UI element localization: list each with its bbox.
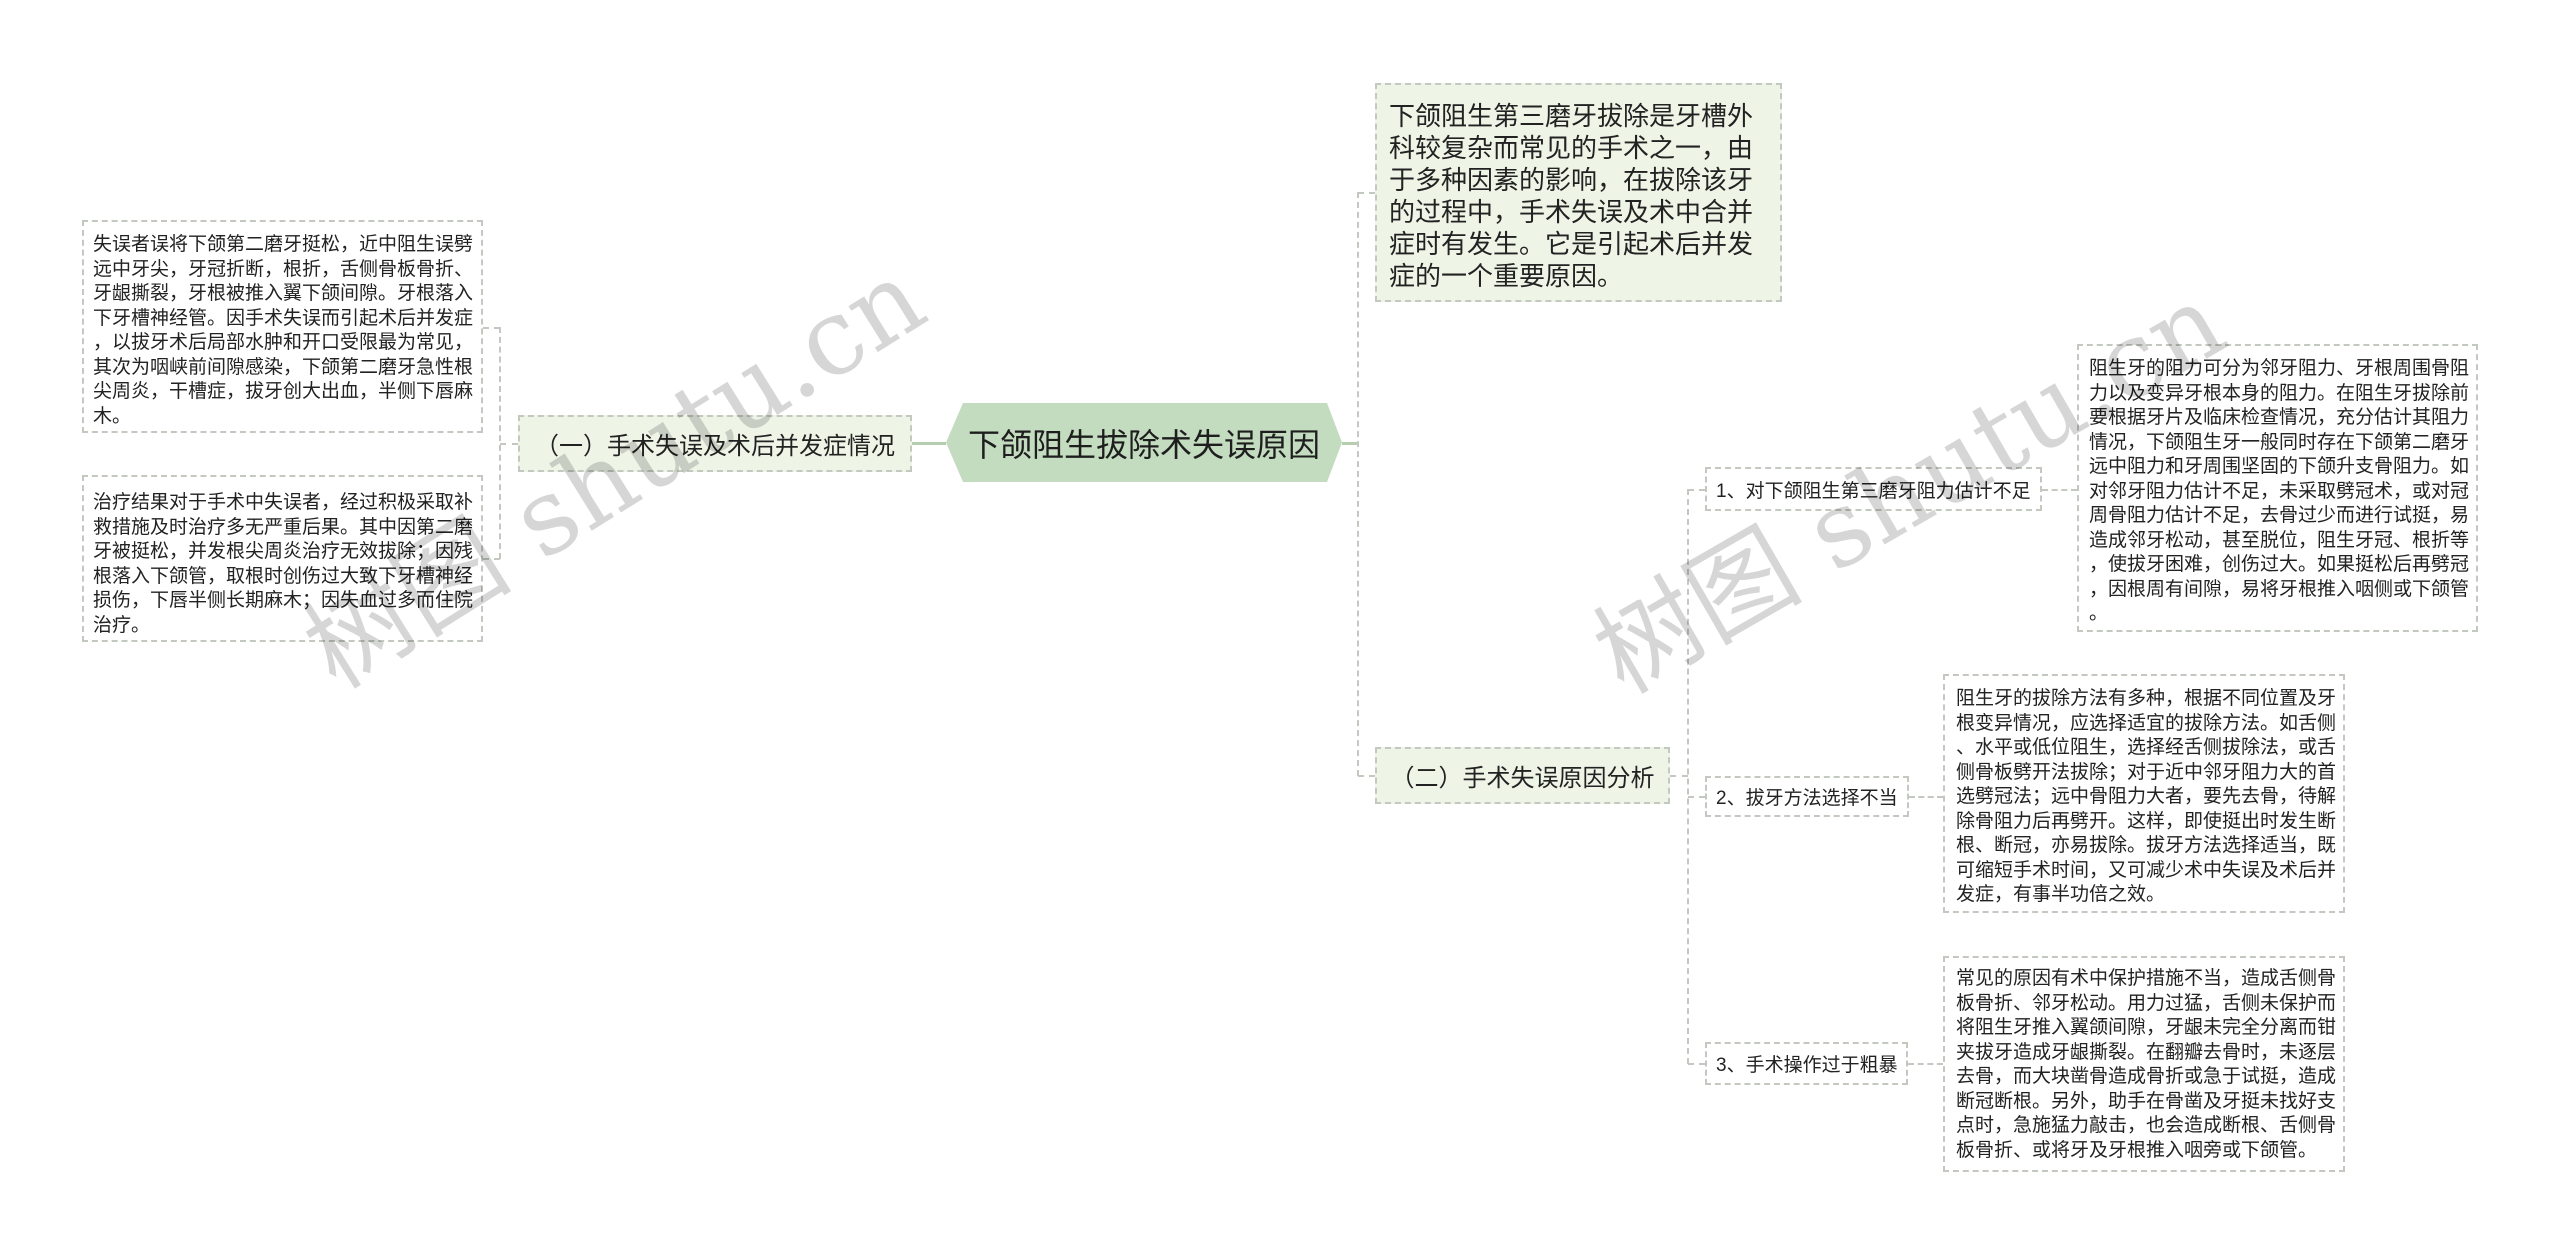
note-box[interactable]: 治疗结果对于手术中失误者，经过积极采取补救措施及时治疗多无严重后果。其中因第二磨… <box>82 475 483 642</box>
root-topic-label: 下颌阻生拔除术失误原因 <box>967 426 1320 463</box>
connector-line <box>1687 489 1689 1064</box>
branch-topic-label: （二）手术失误原因分析 <box>1390 765 1655 792</box>
connector-line <box>912 442 946 445</box>
note-box[interactable]: 常见的原因有术中保护措施不当，造成舌侧骨板骨折、邻牙松动。用力过猛，舌侧未保护而… <box>1943 956 2345 1172</box>
branch-topic-label: （一）手术失误及术后并发症情况 <box>535 433 895 460</box>
connector-line <box>500 443 518 445</box>
note-text: 失误者误将下颌第二磨牙挺松，近中阻生误劈远中牙尖，牙冠折断，根折，舌侧骨板骨折、… <box>93 234 474 427</box>
root-topic[interactable]: 下颌阻生拔除术失误原因 <box>946 403 1342 482</box>
intro-text: 下颌阻生第三磨牙拔除是牙槽外科较复杂而常见的手术之一，由于多种因素的影响，在拔除… <box>1389 101 1754 291</box>
connector-line <box>2042 489 2077 491</box>
connector-line <box>483 558 500 560</box>
intro-topic[interactable]: 下颌阻生第三磨牙拔除是牙槽外科较复杂而常见的手术之一，由于多种因素的影响，在拔除… <box>1375 83 1782 302</box>
subtopic-extraction-method[interactable]: 2、拔牙方法选择不当 <box>1705 776 1909 817</box>
connector-line <box>1358 775 1375 777</box>
connector-line <box>1342 442 1358 445</box>
branch-topic-cause-analysis[interactable]: （二）手术失误原因分析 <box>1375 747 1670 804</box>
connector-line <box>1670 775 1688 777</box>
branch-topic-complications[interactable]: （一）手术失误及术后并发症情况 <box>518 415 912 472</box>
subtopic-label: 2、拔牙方法选择不当 <box>1716 788 1898 809</box>
note-text: 治疗结果对于手术中失误者，经过积极采取补救措施及时治疗多无严重后果。其中因第二磨… <box>93 492 474 636</box>
note-text: 常见的原因有术中保护措施不当，造成舌侧骨板骨折、邻牙松动。用力过猛，舌侧未保护而… <box>1956 968 2337 1161</box>
subtopic-resistance-estimate[interactable]: 1、对下颌阻生第三磨牙阻力估计不足 <box>1705 467 2042 511</box>
connector-line <box>1688 796 1705 798</box>
connector-line <box>1909 796 1943 798</box>
subtopic-rough-operation[interactable]: 3、手术操作过于粗暴 <box>1705 1042 1908 1085</box>
subtopic-label: 1、对下颌阻生第三磨牙阻力估计不足 <box>1716 480 2031 502</box>
note-box[interactable]: 失误者误将下颌第二磨牙挺松，近中阻生误劈远中牙尖，牙冠折断，根折，舌侧骨板骨折、… <box>82 220 483 433</box>
connector-line <box>1908 1063 1943 1065</box>
connector-line <box>483 327 500 329</box>
subtopic-label: 3、手术操作过于粗暴 <box>1716 1055 1898 1076</box>
note-text: 阻生牙的拔除方法有多种，根据不同位置及牙根变异情况，应选择适宜的拔除方法。如舌侧… <box>1956 688 2337 905</box>
note-text: 阻生牙的阻力可分为邻牙阻力、牙根周围骨阻力以及变异牙根本身的阻力。在阻生牙拔除前… <box>2089 358 2470 624</box>
connector-line <box>1358 192 1375 194</box>
connector-line <box>499 327 501 559</box>
connector-line <box>1688 489 1705 491</box>
note-box[interactable]: 阻生牙的阻力可分为邻牙阻力、牙根周围骨阻力以及变异牙根本身的阻力。在阻生牙拔除前… <box>2077 344 2478 632</box>
connector-line <box>1357 192 1359 776</box>
note-box[interactable]: 阻生牙的拔除方法有多种，根据不同位置及牙根变异情况，应选择适宜的拔除方法。如舌侧… <box>1943 674 2345 913</box>
connector-line <box>1688 1063 1705 1065</box>
